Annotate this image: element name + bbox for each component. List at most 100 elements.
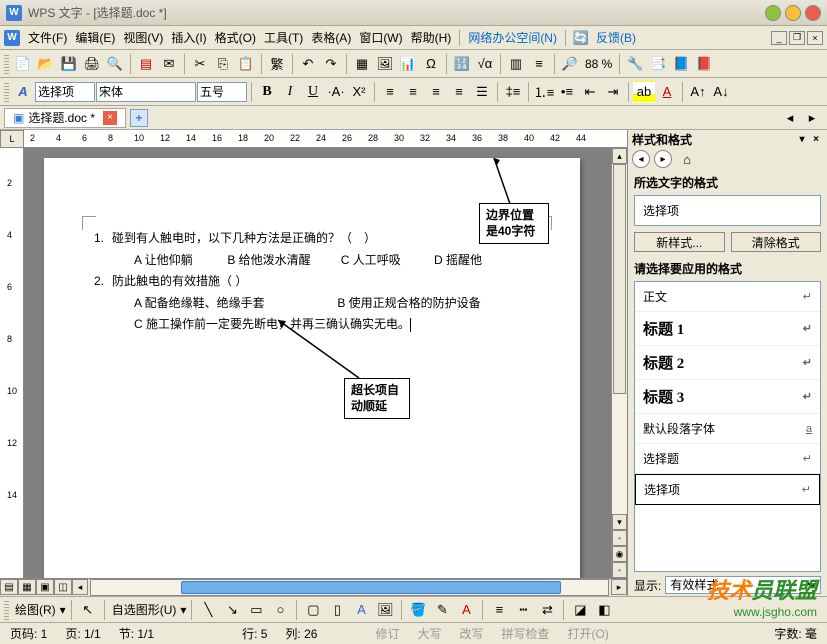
font-color-button[interactable]: A [656, 81, 678, 103]
tool-b-button[interactable]: 📑 [647, 53, 669, 75]
close-button[interactable] [805, 5, 821, 21]
tool-a-button[interactable]: 🔧 [624, 53, 646, 75]
copy-button[interactable]: ⎘ [212, 53, 234, 75]
tab-next-button[interactable]: ▸ [801, 107, 823, 129]
menu-feedback[interactable]: 反馈(B) [592, 29, 640, 46]
wordart-tool[interactable]: A [350, 599, 372, 621]
tab-prev-button[interactable]: ◂ [779, 107, 801, 129]
new-tab-button[interactable]: + [130, 109, 148, 127]
print-button[interactable]: 🖨 [81, 53, 103, 75]
insert-chart-button[interactable]: 📊 [397, 53, 419, 75]
number-list-button[interactable]: ⒈≡ [533, 81, 555, 103]
cut-button[interactable]: ✂ [189, 53, 211, 75]
page-prev-button[interactable]: ◦ [612, 530, 627, 546]
minimize-button[interactable] [765, 5, 781, 21]
style-item-h1[interactable]: 标题 1↵ [635, 312, 820, 346]
insert-image-button[interactable]: 🖼 [374, 53, 396, 75]
line-spacing-button[interactable]: ‡≡ [502, 81, 524, 103]
insert-table-button[interactable]: ▦ [351, 53, 373, 75]
insert-symbol-button[interactable]: Ω [420, 53, 442, 75]
shadow-tool[interactable]: ◪ [569, 599, 591, 621]
arrow-tool[interactable]: ↘ [221, 599, 243, 621]
bold-button[interactable]: B [256, 81, 278, 103]
size-combo[interactable] [197, 82, 247, 102]
browse-object-button[interactable]: ◉ [612, 546, 627, 562]
superscript-button[interactable]: X² [348, 81, 370, 103]
clear-format-button[interactable]: 清除格式 [731, 232, 822, 252]
oval-tool[interactable]: ○ [269, 599, 291, 621]
highlight-button[interactable]: ab [633, 81, 655, 103]
menu-table[interactable]: 表格(A) [307, 29, 355, 46]
find-button[interactable]: 🔎 [559, 53, 581, 75]
strikethrough-button[interactable]: ·A· [325, 81, 347, 103]
redo-button[interactable]: ↷ [320, 53, 342, 75]
font-combo[interactable] [96, 82, 196, 102]
maximize-button[interactable] [785, 5, 801, 21]
menu-help[interactable]: 帮助(H) [407, 29, 456, 46]
line-color-tool[interactable]: ✎ [431, 599, 453, 621]
autoshapes-menu[interactable]: 自选图形(U) [110, 601, 179, 618]
underline-button[interactable]: U [302, 81, 324, 103]
new-style-button[interactable]: 新样式... [634, 232, 725, 252]
panel-back-button[interactable]: ◂ [632, 150, 650, 168]
menu-tools[interactable]: 工具(T) [260, 29, 307, 46]
line-style-tool[interactable]: ≡ [488, 599, 510, 621]
selected-format-value[interactable]: 选择项 [634, 195, 821, 226]
new-doc-button[interactable]: 📄 [12, 53, 34, 75]
draw-menu[interactable]: 绘图(R) [13, 601, 58, 618]
menu-view[interactable]: 视图(V) [119, 29, 167, 46]
save-button[interactable]: 💾 [58, 53, 80, 75]
status-open[interactable]: 打开(O) [564, 625, 613, 642]
style-item-h3[interactable]: 标题 3↵ [635, 380, 820, 414]
style-panel-button[interactable]: A [12, 81, 34, 103]
mdi-close[interactable]: × [807, 31, 823, 45]
style-item-h2[interactable]: 标题 2↵ [635, 346, 820, 380]
status-ovr[interactable]: 改写 [455, 625, 487, 642]
menu-file[interactable]: 文件(F) [24, 29, 71, 46]
menu-insert[interactable]: 插入(I) [167, 29, 210, 46]
indent-button[interactable]: ⇥ [602, 81, 624, 103]
status-track[interactable]: 修订 [371, 625, 403, 642]
view-web-button[interactable]: ◫ [54, 579, 72, 595]
paste-button[interactable]: 📋 [235, 53, 257, 75]
view-normal-button[interactable]: ▤ [0, 579, 18, 595]
style-combo[interactable] [35, 82, 95, 102]
panel-menu-button[interactable]: ▾ [795, 132, 809, 146]
menu-edit[interactable]: 编辑(E) [71, 29, 119, 46]
paragraph-button[interactable]: ≡ [528, 53, 550, 75]
style-list[interactable]: 正文↵ 标题 1↵ 标题 2↵ 标题 3↵ 默认段落字体a 选择题↵ 选择项↵ [634, 281, 821, 572]
align-dist-button[interactable]: ☰ [471, 81, 493, 103]
3d-tool[interactable]: ◧ [593, 599, 615, 621]
style-item-option[interactable]: 选择项↵ [635, 474, 820, 505]
hscroll-right-button[interactable]: ▸ [611, 579, 627, 595]
view-page-button[interactable]: ▣ [36, 579, 54, 595]
panel-close-button[interactable]: × [809, 132, 823, 146]
font-color-tool[interactable]: A [455, 599, 477, 621]
align-right-button[interactable]: ≡ [425, 81, 447, 103]
toolbar-handle[interactable] [4, 54, 9, 74]
ruler-corner[interactable]: L [0, 130, 24, 148]
email-button[interactable]: ✉ [158, 53, 180, 75]
style-item-question[interactable]: 选择题↵ [635, 444, 820, 474]
tab-close-button[interactable]: × [103, 111, 117, 125]
menu-netoffice[interactable]: 网络办公空间(N) [464, 29, 561, 46]
export-pdf-button[interactable]: ▤ [135, 53, 157, 75]
shrink-font-button[interactable]: A↓ [710, 81, 732, 103]
status-caps[interactable]: 大写 [413, 625, 445, 642]
align-justify-button[interactable]: ≡ [448, 81, 470, 103]
vertical-ruler[interactable]: 2468101214 [0, 148, 24, 578]
feedback-icon[interactable]: 🔄 [570, 27, 592, 49]
document-tab[interactable]: ▣ 选择题.doc * × [4, 108, 126, 128]
scroll-down-button[interactable]: ▾ [612, 514, 627, 530]
arrow-style-tool[interactable]: ⇄ [536, 599, 558, 621]
toolbar-handle-2[interactable] [4, 82, 9, 102]
align-center-button[interactable]: ≡ [402, 81, 424, 103]
trad-simp-button[interactable]: 繁 [266, 53, 288, 75]
scroll-up-button[interactable]: ▴ [612, 148, 627, 164]
page-next-button[interactable]: ◦ [612, 562, 627, 578]
italic-button[interactable]: I [279, 81, 301, 103]
hscroll-left-button[interactable]: ◂ [72, 579, 88, 595]
horizontal-scrollbar[interactable] [90, 579, 609, 596]
style-item-body[interactable]: 正文↵ [635, 282, 820, 312]
zoom-value[interactable]: 88 % [582, 57, 615, 71]
